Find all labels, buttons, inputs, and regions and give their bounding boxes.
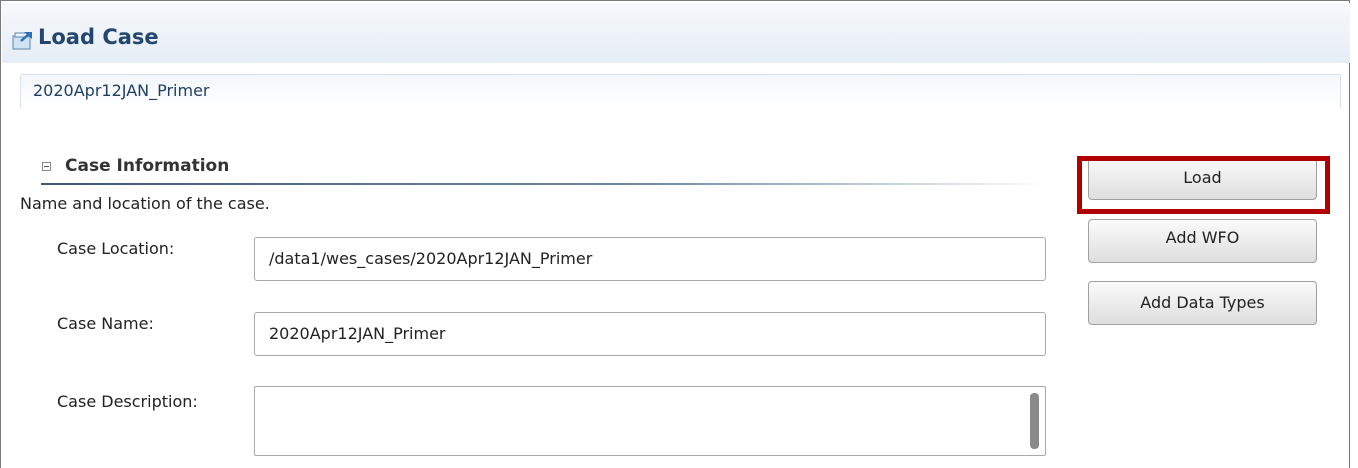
load-case-window: Load Case 2020Apr12JAN_Primer Case Infor… [0, 0, 1350, 468]
case-name-label: Case Name: [57, 314, 154, 333]
title-bar: Load Case [2, 3, 1350, 63]
scrollbar-thumb[interactable] [1030, 393, 1039, 449]
case-tab-header: 2020Apr12JAN_Primer [20, 74, 1341, 108]
add-wfo-button[interactable]: Add WFO [1088, 219, 1317, 263]
case-name-field[interactable]: 2020Apr12JAN_Primer [254, 312, 1046, 356]
case-description-label: Case Description: [57, 392, 198, 411]
case-location-value: /data1/wes_cases/2020Apr12JAN_Primer [269, 249, 593, 268]
window-title: Load Case [38, 25, 159, 49]
section-title[interactable]: Case Information [65, 156, 229, 176]
collapse-minus-icon[interactable] [42, 162, 51, 171]
case-description-field[interactable] [254, 386, 1046, 456]
highlight-box [1077, 156, 1330, 214]
case-location-label: Case Location: [57, 239, 175, 258]
add-data-types-button-label: Add Data Types [1140, 293, 1265, 312]
section-description: Name and location of the case. [20, 194, 270, 213]
case-name-value: 2020Apr12JAN_Primer [269, 324, 446, 343]
add-wfo-button-label: Add WFO [1165, 228, 1240, 247]
load-case-icon [12, 32, 32, 50]
section-divider [41, 183, 1051, 185]
case-location-field[interactable]: /data1/wes_cases/2020Apr12JAN_Primer [254, 237, 1046, 281]
add-data-types-button[interactable]: Add Data Types [1088, 281, 1317, 325]
case-tab-title: 2020Apr12JAN_Primer [33, 81, 210, 100]
